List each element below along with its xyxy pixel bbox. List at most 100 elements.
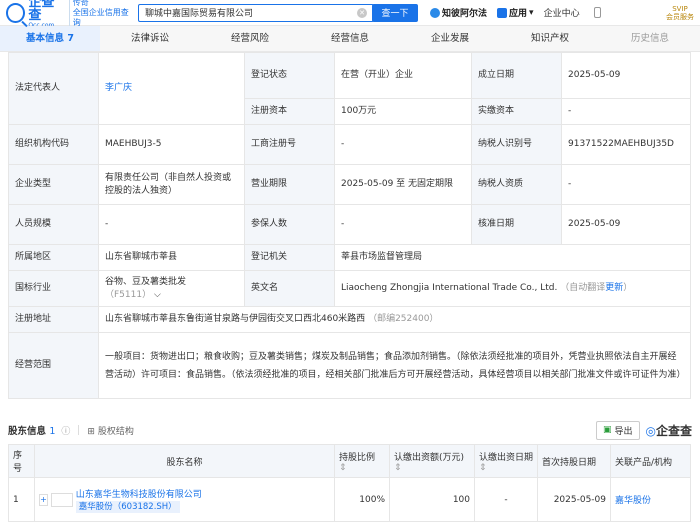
apps-menu[interactable]: 应用 ▾ bbox=[497, 6, 534, 19]
magnifier-icon: ◎ bbox=[645, 423, 656, 438]
export-label: 导出 bbox=[614, 426, 633, 437]
label-biz-reg: 工商注册号 bbox=[244, 124, 335, 165]
industry-value: 谷物、豆及薯类批发 bbox=[105, 276, 187, 287]
tax-id-value: 91371522MAEHBUJ35D bbox=[561, 124, 691, 165]
label-company-type: 企业类型 bbox=[8, 164, 99, 205]
company-logo bbox=[50, 492, 73, 507]
export-button[interactable]: ▣ 导出 bbox=[595, 420, 640, 440]
divider bbox=[78, 425, 80, 435]
label-reg-capital: 注册资本 bbox=[244, 98, 335, 125]
taxpayer-value: - bbox=[561, 164, 691, 205]
logo[interactable]: 企查查Qcc.com 传奇全国企业信用查询 bbox=[6, 0, 134, 29]
legal-rep-link[interactable]: 李广庆 bbox=[105, 83, 132, 93]
label-term: 营业期限 bbox=[244, 164, 335, 205]
col-amount-label: 认缴出资额(万元) bbox=[394, 452, 465, 463]
label-en-name: 英文名 bbox=[244, 270, 335, 307]
tab-operation[interactable]: 经营信息 bbox=[300, 26, 400, 51]
tab-legal[interactable]: 法律诉讼 bbox=[100, 26, 200, 51]
chevron-down-icon[interactable]: ⌵ bbox=[154, 290, 161, 300]
shareholder-name-link[interactable]: 山东嘉华生物科技股份有限公司 bbox=[76, 490, 202, 500]
vip-button[interactable]: SVIP 会员服务 bbox=[666, 5, 694, 21]
sort-icon: ⇕ bbox=[394, 462, 402, 473]
col-ratio-label: 持股比例 bbox=[339, 452, 376, 463]
col-product: 关联产品/机构 bbox=[610, 444, 691, 478]
col-first-date: 首次持股日期 bbox=[537, 444, 611, 478]
scope-value: 一般项目：货物进出口；粮食收购；豆及薯类销售；煤炭及制品销售；食品添加剂销售。（… bbox=[98, 332, 691, 399]
staff-value: - bbox=[98, 204, 245, 245]
stock-tag[interactable]: 嘉华股份（603182.SH） bbox=[75, 501, 180, 513]
label-staff: 人员规模 bbox=[8, 204, 99, 245]
date-value: - bbox=[474, 477, 538, 522]
label-region: 所属地区 bbox=[8, 244, 99, 271]
search-box[interactable]: 聊城中嘉国际贸易有限公司 ✕ bbox=[138, 3, 374, 22]
biz-reg-value: - bbox=[334, 124, 472, 165]
col-name: 股东名称 bbox=[34, 444, 335, 478]
label-tax-id: 纳税人识别号 bbox=[471, 124, 562, 165]
product-link[interactable]: 嘉华股份 bbox=[615, 496, 651, 506]
auto-translate-note-end: ） bbox=[623, 283, 633, 293]
alpha-icon bbox=[430, 7, 440, 18]
apps-label: 应用 bbox=[509, 9, 528, 19]
amount-value: 100 bbox=[389, 477, 475, 522]
phone-icon[interactable] bbox=[593, 7, 601, 18]
search-input[interactable]: 聊城中嘉国际贸易有限公司 bbox=[139, 6, 357, 19]
expand-icon[interactable]: + bbox=[39, 493, 48, 506]
org-code-value: MAEHBUJ3-5 bbox=[98, 124, 245, 165]
update-translation-link[interactable]: 更新 bbox=[605, 283, 623, 293]
shareholder-title: 股东信息 1 bbox=[8, 423, 55, 437]
shareholder-section-header: 股东信息 1 ⓘ ⊞ 股权结构 ▣ 导出 ◎企查查 bbox=[0, 416, 700, 444]
address-value: 山东省聊城市莘县东鲁街道甘泉路与伊园街交叉口西北460米路西 bbox=[105, 314, 366, 324]
shareholder-title-text: 股东信息 bbox=[8, 426, 47, 437]
est-date-value: 2025-05-09 bbox=[561, 52, 691, 99]
clear-icon[interactable]: ✕ bbox=[357, 7, 367, 18]
sort-icon: ⇕ bbox=[479, 462, 487, 473]
reg-capital-value: 100万元 bbox=[334, 98, 472, 125]
en-name-value: Liaocheng Zhongjia International Trade C… bbox=[341, 283, 558, 293]
tab-history[interactable]: 历史信息 bbox=[600, 26, 700, 51]
reg-status-value: 在营（开业）企业 bbox=[334, 52, 472, 99]
row-no: 1 bbox=[8, 477, 35, 522]
top-bar: 企查查Qcc.com 传奇全国企业信用查询 聊城中嘉国际贸易有限公司 ✕ 查一下… bbox=[0, 0, 700, 29]
logo-text: 企查查 bbox=[28, 0, 55, 23]
region-value: 山东省聊城市莘县 bbox=[98, 244, 245, 271]
postcode: （邮编252400） bbox=[368, 314, 439, 324]
info-icon[interactable]: ⓘ bbox=[61, 424, 70, 437]
industry-code: （F5111） bbox=[105, 289, 152, 300]
table-row: 1 + 山东嘉华生物科技股份有限公司 嘉华股份（603182.SH） 100% 1… bbox=[8, 477, 691, 522]
tab-risk[interactable]: 经营风险 bbox=[200, 26, 300, 51]
tab-bar: 基本信息 7 法律诉讼 经营风险 经营信息 企业发展 知识产权 历史信息 bbox=[0, 26, 700, 52]
authority-value: 莘县市场监督管理局 bbox=[334, 244, 691, 271]
label-paid-capital: 实缴资本 bbox=[471, 98, 562, 125]
company-type-value: 有限责任公司（非自然人投资或控股的法人独资） bbox=[98, 164, 245, 205]
qcc-brand: 企查查 bbox=[655, 423, 692, 438]
excel-icon: ▣ bbox=[602, 425, 612, 435]
alpha-link[interactable]: 知彼阿尔法 bbox=[430, 6, 487, 19]
tab-basic-info[interactable]: 基本信息 7 bbox=[0, 26, 100, 51]
col-amount[interactable]: 认缴出资额(万元) ⇕ bbox=[389, 444, 475, 478]
col-ratio[interactable]: 持股比例 ⇕ bbox=[334, 444, 390, 478]
insured-value: - bbox=[334, 204, 472, 245]
qcc-watermark: ◎企查查 bbox=[646, 422, 693, 439]
grid-icon bbox=[497, 7, 508, 18]
alpha-label: 知彼阿尔法 bbox=[442, 9, 488, 19]
col-date[interactable]: 认缴出资日期 ⇕ bbox=[474, 444, 538, 478]
search-button[interactable]: 查一下 bbox=[372, 3, 418, 22]
enterprise-center-link[interactable]: 企业中心 bbox=[544, 6, 580, 19]
shareholder-table: 序号 股东名称 持股比例 ⇕ 认缴出资额(万元) ⇕ 认缴出资日期 ⇕ 首次持股… bbox=[8, 444, 691, 522]
approve-date-value: 2025-05-09 bbox=[561, 204, 691, 245]
label-org-code: 组织机构代码 bbox=[8, 124, 99, 165]
structure-icon: ⊞ bbox=[87, 426, 95, 437]
label-est-date: 成立日期 bbox=[471, 52, 562, 99]
magnifier-logo-icon bbox=[6, 2, 26, 23]
equity-structure-label: 股权结构 bbox=[97, 426, 134, 437]
paid-capital-value: - bbox=[561, 98, 691, 125]
vip-service-label: 会员服务 bbox=[666, 12, 694, 21]
label-authority: 登记机关 bbox=[244, 244, 335, 271]
label-scope: 经营范围 bbox=[8, 332, 99, 399]
label-industry: 国标行业 bbox=[8, 270, 99, 307]
tab-ip[interactable]: 知识产权 bbox=[500, 26, 600, 51]
tab-development[interactable]: 企业发展 bbox=[400, 26, 500, 51]
label-taxpayer: 纳税人资质 bbox=[471, 164, 562, 205]
shareholder-count: 1 bbox=[49, 426, 56, 437]
equity-structure-link[interactable]: ⊞ 股权结构 bbox=[87, 424, 133, 437]
